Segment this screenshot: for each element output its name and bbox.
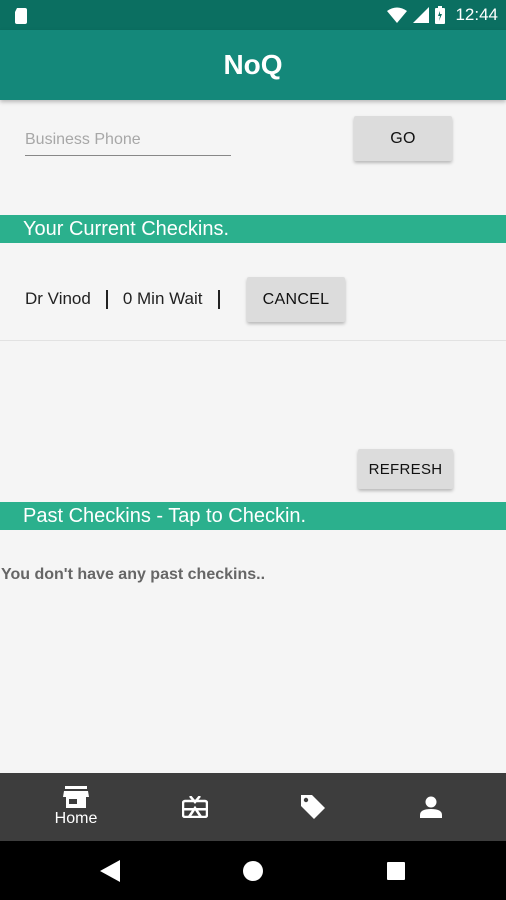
past-checkins-empty-message: You don't have any past checkins..: [1, 566, 266, 583]
checkin-business-name: Dr Vinod: [25, 289, 91, 308]
current-checkins-header: Your Current Checkins.: [0, 215, 506, 243]
tag-icon: [301, 795, 325, 819]
nav-item-profile[interactable]: [391, 773, 471, 841]
wifi-icon: [387, 7, 408, 23]
person-icon: [420, 796, 442, 818]
cancel-checkin-button[interactable]: CANCEL: [247, 277, 345, 322]
app-bar: NoQ: [0, 30, 506, 100]
nav-item-gift-cards[interactable]: [155, 773, 235, 841]
nav-item-home[interactable]: Home: [36, 773, 116, 841]
system-navigation-bar: [0, 841, 506, 900]
back-triangle-icon: [100, 859, 120, 882]
go-button[interactable]: GO: [354, 116, 452, 161]
status-icons: 12:44: [387, 4, 498, 26]
checkin-wait-time: 0 Min Wait: [122, 289, 203, 308]
app-title: NoQ: [223, 49, 283, 80]
status-time: 12:44: [455, 5, 498, 24]
system-home-button[interactable]: [223, 841, 283, 900]
store-icon: [63, 786, 89, 808]
separator: [217, 289, 220, 309]
system-back-button[interactable]: [80, 841, 140, 900]
bottom-navigation: Home: [0, 773, 506, 841]
system-recents-button[interactable]: [366, 841, 426, 900]
business-phone-input[interactable]: [25, 124, 231, 156]
refresh-button[interactable]: REFRESH: [358, 449, 453, 489]
gift-card-icon: [182, 796, 208, 818]
recents-square-icon: [387, 861, 405, 880]
sim-card-icon: [15, 8, 27, 24]
current-checkin-row: Dr Vinod 0 Min Wait: [25, 288, 235, 310]
status-bar: 12:44: [0, 0, 506, 30]
nav-item-offers[interactable]: [273, 773, 353, 841]
list-divider: [0, 340, 506, 341]
signal-icon: [413, 7, 430, 23]
nav-label-home: Home: [54, 810, 98, 827]
home-circle-icon: [243, 860, 263, 881]
battery-icon: [435, 6, 446, 24]
past-checkins-header: Past Checkins - Tap to Checkin.: [0, 502, 506, 530]
separator: [105, 289, 108, 309]
